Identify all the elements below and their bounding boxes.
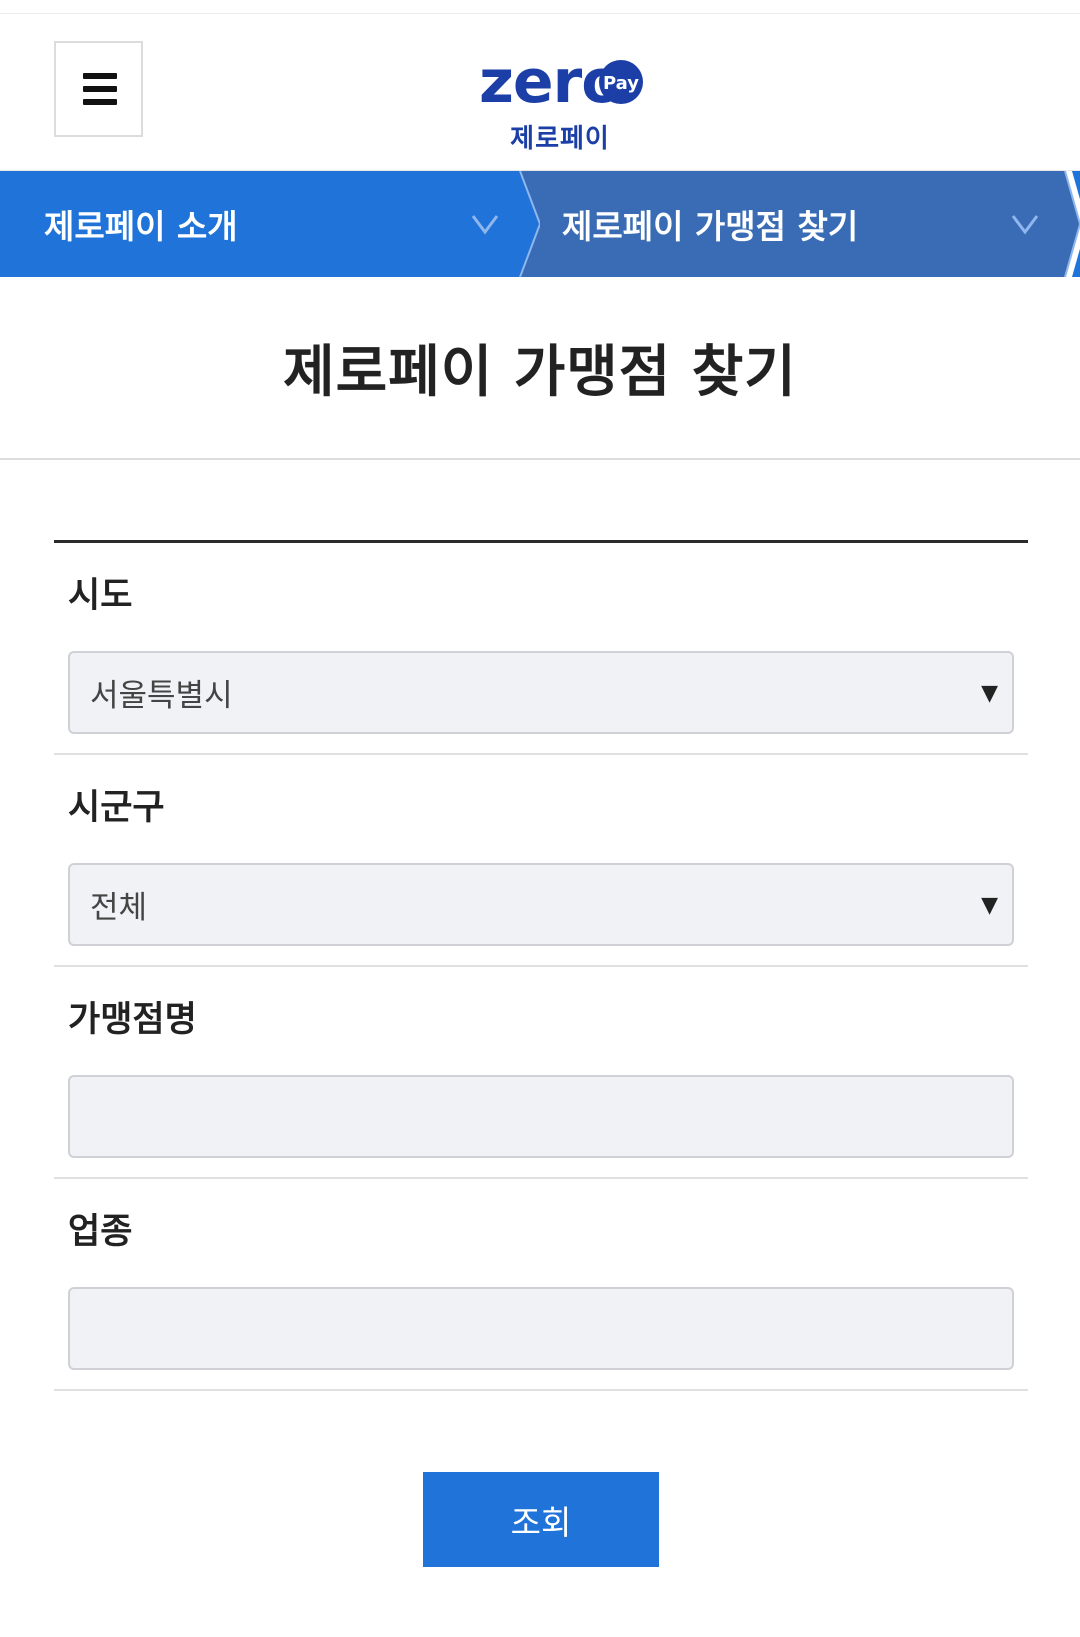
field-business-type: 업종 (54, 1179, 1028, 1391)
hamburger-icon-bar (83, 99, 117, 105)
sido-select-value: 서울특별시 (90, 678, 233, 714)
chevron-down-icon[interactable] (470, 213, 500, 235)
logo-korean-text: 제로페이 (510, 124, 610, 154)
status-bar-strip (0, 0, 1080, 14)
search-button[interactable]: 조회 (423, 1472, 659, 1567)
field-sigungu-label: 시군구 (68, 788, 165, 828)
business-type-input[interactable] (68, 1287, 1014, 1370)
nav-item-intro-label: 제로페이 소개 (44, 207, 238, 246)
hamburger-icon (83, 73, 117, 79)
nav-separator (1060, 171, 1080, 277)
field-sigungu: 시군구 전체 ▼ (54, 755, 1028, 967)
dropdown-arrow-icon: ▼ (981, 893, 998, 918)
nav-item-store-search[interactable]: 제로페이 가맹점 찾기 (520, 171, 1065, 277)
sigungu-select[interactable]: 전체 ▼ (68, 863, 1014, 946)
logo-wordmark: zero Pay (479, 47, 643, 117)
site-header: zero Pay 제로페이 (0, 14, 1080, 171)
field-sido: 시도 서울특별시 ▼ (54, 543, 1028, 755)
field-sido-label: 시도 (68, 576, 133, 616)
store-name-input[interactable] (68, 1075, 1014, 1158)
page-title: 제로페이 가맹점 찾기 (0, 277, 1080, 460)
zeropay-logo[interactable]: zero Pay 제로페이 (475, 38, 655, 154)
breadcrumb-nav: 제로페이 소개 제로페이 가맹점 찾기 (0, 171, 1080, 277)
menu-button[interactable] (54, 41, 143, 137)
sigungu-select-value: 전체 (90, 890, 148, 926)
chevron-down-icon[interactable] (1010, 213, 1040, 235)
field-business-type-label: 업종 (68, 1212, 133, 1252)
store-search-form: 시도 서울특별시 ▼ 시군구 전체 ▼ 가맹점명 업종 (54, 540, 1028, 1391)
nav-item-intro[interactable]: 제로페이 소개 (0, 171, 525, 277)
logo-badge-text: Pay (603, 73, 639, 94)
nav-separator (510, 171, 540, 277)
field-store-name: 가맹점명 (54, 967, 1028, 1179)
hamburger-icon-bar (83, 86, 117, 92)
dropdown-arrow-icon: ▼ (981, 681, 998, 706)
nav-item-store-search-label: 제로페이 가맹점 찾기 (562, 207, 859, 246)
field-store-name-label: 가맹점명 (68, 1000, 197, 1040)
sido-select[interactable]: 서울특별시 ▼ (68, 651, 1014, 734)
